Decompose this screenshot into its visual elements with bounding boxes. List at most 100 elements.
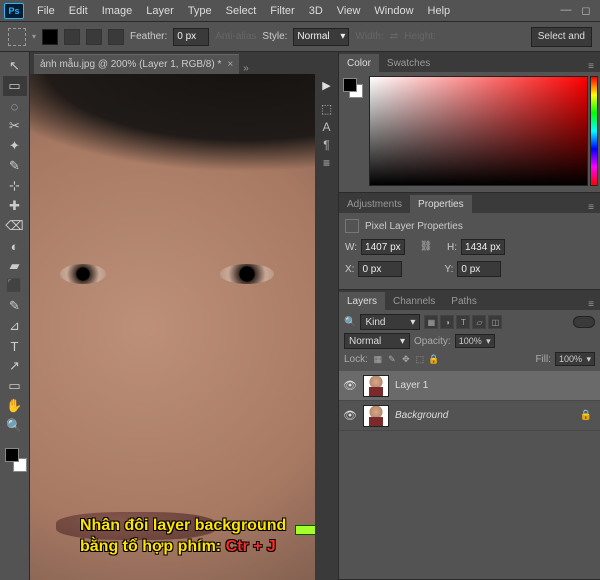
- dock-item-3[interactable]: ≡: [318, 154, 336, 172]
- filter-toggle[interactable]: [573, 316, 595, 328]
- menu-file[interactable]: File: [30, 5, 62, 17]
- prop-h-input[interactable]: 1434 px: [461, 239, 505, 255]
- visibility-icon[interactable]: 👁: [343, 379, 357, 392]
- tool-8[interactable]: ⌫: [3, 216, 27, 236]
- lock-all-icon[interactable]: 🔒: [428, 353, 440, 365]
- tool-18[interactable]: 🔍: [3, 416, 27, 436]
- menu-filter[interactable]: Filter: [263, 5, 301, 17]
- tool-14[interactable]: T: [3, 336, 27, 356]
- menu-3d[interactable]: 3D: [302, 5, 330, 17]
- prop-x-input[interactable]: 0 px: [358, 261, 402, 277]
- prop-y-input[interactable]: 0 px: [457, 261, 501, 277]
- tool-16[interactable]: ▭: [3, 376, 27, 396]
- fg-bg-swatch[interactable]: [3, 446, 27, 474]
- menu-layer[interactable]: Layer: [139, 5, 181, 17]
- tool-2[interactable]: ◌: [3, 96, 27, 116]
- layers-panel: Layers Channels Paths ≡ 🔍 Kind▾ ▦: [339, 290, 600, 580]
- tool-3[interactable]: ✂: [3, 116, 27, 136]
- tool-10[interactable]: ▰: [3, 256, 27, 276]
- color-fgbg-swatch[interactable]: [343, 78, 363, 98]
- opacity-input[interactable]: 100%▾: [455, 334, 495, 348]
- feather-label: Feather:: [130, 31, 167, 42]
- layer-thumbnail[interactable]: [363, 405, 389, 427]
- canvas[interactable]: Nhân đôi layer background bằng tổ hợp ph…: [30, 74, 315, 580]
- tab-adjustments[interactable]: Adjustments: [339, 195, 410, 213]
- tab-properties[interactable]: Properties: [410, 195, 472, 213]
- window-restore-icon[interactable]: ◻: [580, 4, 592, 17]
- dock-item-1[interactable]: A: [318, 118, 336, 136]
- menu-select[interactable]: Select: [219, 5, 264, 17]
- tab-paths[interactable]: Paths: [443, 292, 485, 310]
- marquee-subtract-icon[interactable]: [86, 29, 102, 45]
- color-picker[interactable]: [369, 76, 588, 186]
- tab-channels[interactable]: Channels: [385, 292, 443, 310]
- select-and-mask-button[interactable]: Select and: [531, 27, 592, 47]
- lock-artboard-icon[interactable]: ⬚: [414, 353, 426, 365]
- panel-menu-icon[interactable]: ≡: [582, 299, 600, 310]
- tool-7[interactable]: ✚: [3, 196, 27, 216]
- filter-type-icon[interactable]: T: [456, 315, 470, 329]
- active-tool-icon[interactable]: [8, 28, 26, 46]
- filter-smart-icon[interactable]: ◫: [488, 315, 502, 329]
- menu-help[interactable]: Help: [421, 5, 458, 17]
- pixel-layer-icon: [345, 219, 359, 233]
- marquee-new-icon[interactable]: [42, 29, 58, 45]
- fill-input[interactable]: 100%▾: [555, 352, 595, 366]
- layer-thumbnail[interactable]: [363, 375, 389, 397]
- tab-color[interactable]: Color: [339, 54, 379, 72]
- tool-15[interactable]: ↗: [3, 356, 27, 376]
- window-minimize-icon[interactable]: —: [560, 4, 572, 17]
- document-tab[interactable]: ảnh mẫu.jpg @ 200% (Layer 1, RGB/8) * ×: [34, 54, 239, 74]
- filter-kind-icon[interactable]: 🔍: [344, 317, 356, 328]
- lock-pixels-icon[interactable]: ✎: [386, 353, 398, 365]
- marquee-intersect-icon[interactable]: [108, 29, 124, 45]
- layer-name: Background: [395, 410, 448, 421]
- dock-item-2[interactable]: ¶: [318, 136, 336, 154]
- tool-1[interactable]: ▭: [3, 76, 27, 96]
- tool-12[interactable]: ✎: [3, 296, 27, 316]
- filter-shape-icon[interactable]: ▱: [472, 315, 486, 329]
- close-icon[interactable]: ×: [227, 59, 233, 70]
- layer-item[interactable]: 👁Layer 1: [339, 371, 600, 401]
- tabs-flyout-icon[interactable]: »: [243, 63, 249, 74]
- hue-slider[interactable]: [590, 76, 598, 186]
- tool-0[interactable]: ↖: [3, 56, 27, 76]
- filter-adjust-icon[interactable]: ◑: [440, 315, 454, 329]
- panel-menu-icon[interactable]: ≡: [582, 202, 600, 213]
- options-bar: ▾ Feather: Anti-alias Style: Normal▾ Wid…: [0, 22, 600, 52]
- layer-item[interactable]: 👁Background🔒: [339, 401, 600, 431]
- tab-layers[interactable]: Layers: [339, 292, 385, 310]
- visibility-icon[interactable]: 👁: [343, 409, 357, 422]
- lock-transparency-icon[interactable]: ▦: [372, 353, 384, 365]
- tool-11[interactable]: ⬛: [3, 276, 27, 296]
- link-wh-icon[interactable]: ⛓: [419, 239, 433, 253]
- prop-w-input[interactable]: 1407 px: [361, 239, 405, 255]
- height-label: Height:: [404, 31, 436, 42]
- tool-4[interactable]: ✦: [3, 136, 27, 156]
- history-flyout-icon[interactable]: ▶: [318, 76, 336, 94]
- marquee-add-icon[interactable]: [64, 29, 80, 45]
- tool-5[interactable]: ✎: [3, 156, 27, 176]
- tool-17[interactable]: ✋: [3, 396, 27, 416]
- menu-edit[interactable]: Edit: [62, 5, 95, 17]
- panel-menu-icon[interactable]: ≡: [582, 61, 600, 72]
- style-select[interactable]: Normal▾: [293, 28, 349, 46]
- tool-9[interactable]: ◐: [3, 236, 27, 256]
- tab-swatches[interactable]: Swatches: [379, 54, 438, 72]
- document-tabs: ảnh mẫu.jpg @ 200% (Layer 1, RGB/8) * × …: [30, 52, 315, 74]
- blend-mode-select[interactable]: Normal▾: [344, 333, 410, 349]
- tool-13[interactable]: ⊿: [3, 316, 27, 336]
- menu-window[interactable]: Window: [367, 5, 420, 17]
- feather-input[interactable]: [173, 28, 209, 46]
- document-tab-title: ảnh mẫu.jpg @ 200% (Layer 1, RGB/8) *: [40, 59, 221, 70]
- menu-image[interactable]: Image: [95, 5, 140, 17]
- menu-view[interactable]: View: [330, 5, 368, 17]
- dock-item-0[interactable]: ⬚: [318, 100, 336, 118]
- chevron-down-icon[interactable]: ▾: [32, 32, 36, 41]
- lock-position-icon[interactable]: ✥: [400, 353, 412, 365]
- filter-pixel-icon[interactable]: ▦: [424, 315, 438, 329]
- filter-kind-select[interactable]: Kind▾: [360, 314, 420, 330]
- color-panel: Color Swatches ≡: [339, 52, 600, 193]
- menu-type[interactable]: Type: [181, 5, 219, 17]
- tool-6[interactable]: ⊹: [3, 176, 27, 196]
